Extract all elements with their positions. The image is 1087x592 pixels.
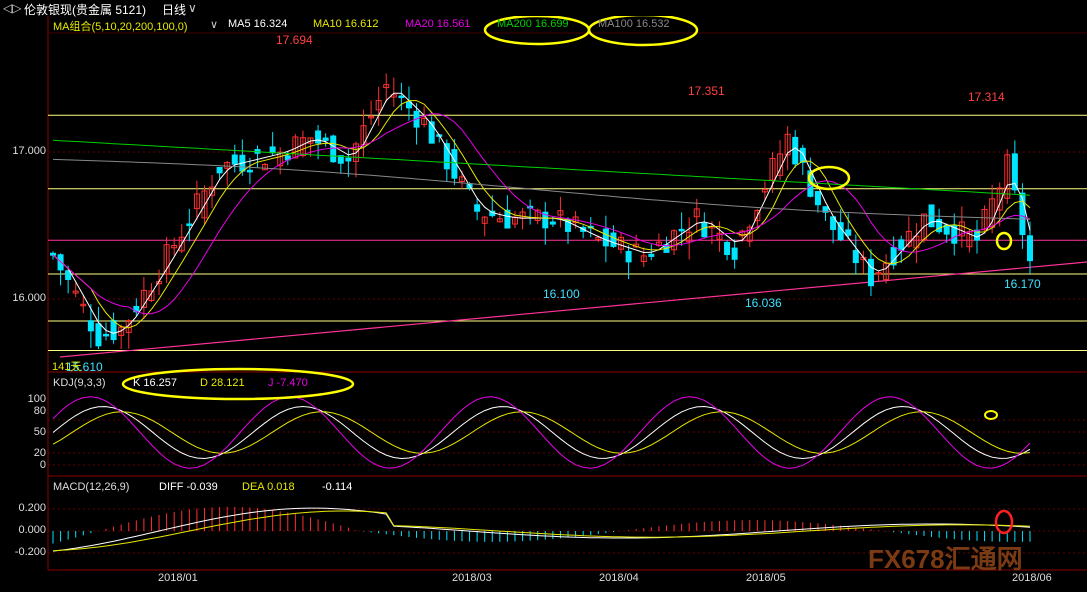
macd-tick: 0.200 <box>18 502 46 514</box>
candle-body <box>898 239 905 251</box>
watermark-latin: FX678 <box>868 544 945 574</box>
candle-body <box>322 137 329 141</box>
candle-body <box>610 232 617 247</box>
candle-body <box>110 319 117 341</box>
candle-body <box>1027 235 1033 262</box>
candle-body <box>602 228 609 247</box>
candle-body <box>852 250 859 264</box>
candle-body <box>731 247 738 260</box>
ma20-value: MA20 16.561 <box>405 18 471 30</box>
date-tick: 2018/01 <box>158 572 198 584</box>
candle-body <box>867 258 874 287</box>
low-label: 16.100 <box>543 287 580 301</box>
price-tick: 17.000 <box>12 145 46 157</box>
candle-body <box>186 223 193 226</box>
watermark: FX678汇通网 <box>868 539 1023 576</box>
candle-body <box>701 222 708 238</box>
date-tick: 2018/03 <box>452 572 492 584</box>
candle-body <box>648 253 655 257</box>
low-label: 16.170 <box>1004 277 1041 291</box>
ma10-value: MA10 16.612 <box>313 18 379 30</box>
candle-body <box>269 146 276 154</box>
day-count-label: 141天 <box>52 361 82 373</box>
kdj-label[interactable]: KDJ(9,3,3) <box>53 377 106 389</box>
kdj-k-value: K 16.257 <box>133 377 178 389</box>
candle-body <box>398 95 405 99</box>
date-tick: 2018/04 <box>599 572 639 584</box>
price-tick: 16.000 <box>12 292 46 304</box>
candle-body <box>103 333 110 337</box>
candle-body <box>216 166 223 174</box>
candle-body <box>345 157 352 162</box>
instrument-title[interactable]: 伦敦银现(贵金属 5121) <box>24 1 146 18</box>
trend-line <box>59 261 1087 358</box>
kdj-d-value: D 28.121 <box>200 377 245 389</box>
macd-label[interactable]: MACD(12,26,9) <box>53 481 129 493</box>
candle-body <box>87 320 94 332</box>
macd-tick: -0.200 <box>14 546 46 558</box>
candle-body <box>50 252 56 256</box>
kdj-tick: 20 <box>33 447 46 459</box>
kdj-tick: 0 <box>39 459 46 471</box>
candle-body <box>57 254 64 271</box>
candle-body <box>549 221 556 225</box>
kdj-tick: 80 <box>33 405 46 417</box>
candle-body <box>1011 153 1018 191</box>
candle-body <box>724 242 731 256</box>
ma100-line <box>52 158 1031 220</box>
candle-body <box>799 147 806 163</box>
candle-body <box>845 229 852 236</box>
watermark-cn: 汇通网 <box>944 544 1023 574</box>
ma-group-label[interactable]: MA组合(5,10,20,200,100,0) <box>53 18 188 34</box>
back-arrow-icon[interactable]: ◁▷ <box>3 1 21 15</box>
candle-body <box>315 130 322 144</box>
low-label: 16.036 <box>745 296 782 310</box>
ma200-line <box>52 139 1031 196</box>
candle-body <box>678 228 685 232</box>
period-selector[interactable]: 日线 <box>162 1 186 18</box>
chevron-down-icon[interactable]: ∨ <box>210 18 218 31</box>
highlight-ellipse <box>995 231 1013 251</box>
title-bar: ◁▷ 伦敦银现(贵金属 5121) 日线 ∨ <box>0 0 1087 18</box>
macd-value: -0.114 <box>322 481 353 493</box>
ma5-value: MA5 16.324 <box>228 18 288 30</box>
candle-body <box>246 169 253 173</box>
high-label: 17.694 <box>276 33 313 47</box>
macd-diff-value: DIFF -0.039 <box>159 481 218 493</box>
highlight-ellipse <box>984 410 998 420</box>
alert-ellipse <box>994 509 1014 535</box>
candle-body <box>814 191 821 206</box>
candle-body <box>330 135 337 163</box>
candle-body <box>792 136 799 165</box>
candle-body <box>231 154 238 165</box>
candle-body <box>95 323 102 347</box>
macd-dea-value: DEA 0.018 <box>242 481 295 493</box>
date-tick: 2018/05 <box>746 572 786 584</box>
high-label: 17.314 <box>968 90 1005 104</box>
ma200-value: MA200 16.699 <box>497 18 569 30</box>
candle-body <box>625 250 632 263</box>
kdj-tick: 100 <box>27 393 46 405</box>
kdj-tick: 50 <box>33 426 46 438</box>
macd-tick: 0.000 <box>18 524 46 536</box>
chevron-down-icon[interactable]: ∨ <box>188 1 197 15</box>
kdj-j-value: J -7.470 <box>268 377 308 389</box>
candle-body <box>474 204 481 212</box>
high-label: 17.351 <box>688 84 725 98</box>
ma100-value: MA100 16.532 <box>598 18 670 30</box>
